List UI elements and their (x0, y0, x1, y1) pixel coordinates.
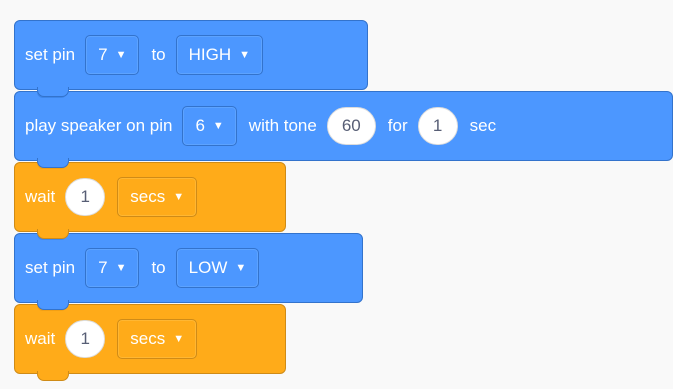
chevron-down-icon: ▼ (115, 262, 127, 274)
pin-state-value: HIGH (188, 45, 232, 64)
time-unit-value: secs (130, 187, 166, 206)
pin-value: 7 (98, 45, 108, 64)
pin-value: 6 (195, 116, 205, 135)
block-connector (37, 371, 69, 381)
duration-input[interactable]: 1 (417, 107, 458, 145)
set-pin-block[interactable]: set pin 7 ▼ to LOW ▼ (14, 233, 363, 310)
time-unit-dropdown[interactable]: secs ▼ (117, 177, 198, 217)
pin-dropdown[interactable]: 7 ▼ (85, 35, 140, 75)
set-pin-block[interactable]: set pin 7 ▼ to HIGH ▼ (14, 20, 368, 97)
time-unit-dropdown[interactable]: secs ▼ (117, 319, 198, 359)
pin-dropdown[interactable]: 6 ▼ (182, 106, 237, 146)
to-label: to (151, 258, 166, 277)
chevron-down-icon: ▼ (115, 49, 127, 61)
chevron-down-icon: ▼ (235, 262, 247, 274)
pin-state-dropdown[interactable]: LOW ▼ (175, 248, 260, 288)
block-connector (37, 300, 69, 310)
wait-block[interactable]: wait 1 secs ▼ (14, 162, 286, 239)
block-connector (37, 87, 69, 97)
time-unit-value: secs (130, 329, 166, 348)
block-label: set pin (25, 258, 76, 277)
tone-input[interactable]: 60 (326, 107, 376, 145)
chevron-down-icon: ▼ (239, 49, 251, 61)
wait-amount-input[interactable]: 1 (65, 178, 106, 216)
chevron-down-icon: ▼ (173, 333, 185, 345)
to-label: to (151, 45, 166, 64)
pin-state-dropdown[interactable]: HIGH ▼ (175, 35, 264, 75)
block-connector (37, 229, 69, 239)
for-label: for (387, 116, 408, 135)
play-speaker-block[interactable]: play speaker on pin 6 ▼ with tone 60 for… (14, 91, 673, 168)
chevron-down-icon: ▼ (173, 191, 185, 203)
chevron-down-icon: ▼ (212, 120, 224, 132)
block-label: wait (25, 329, 56, 348)
unit-label: sec (469, 116, 497, 135)
pin-dropdown[interactable]: 7 ▼ (85, 248, 140, 288)
pin-value: 7 (98, 258, 108, 277)
block-connector (37, 158, 69, 168)
block-label: wait (25, 187, 56, 206)
block-label: set pin (25, 45, 76, 64)
wait-amount-input[interactable]: 1 (65, 320, 106, 358)
pin-state-value: LOW (188, 258, 228, 277)
wait-block[interactable]: wait 1 secs ▼ (14, 304, 286, 381)
tone-label: with tone (248, 116, 317, 135)
block-label: play speaker on pin (25, 116, 173, 135)
